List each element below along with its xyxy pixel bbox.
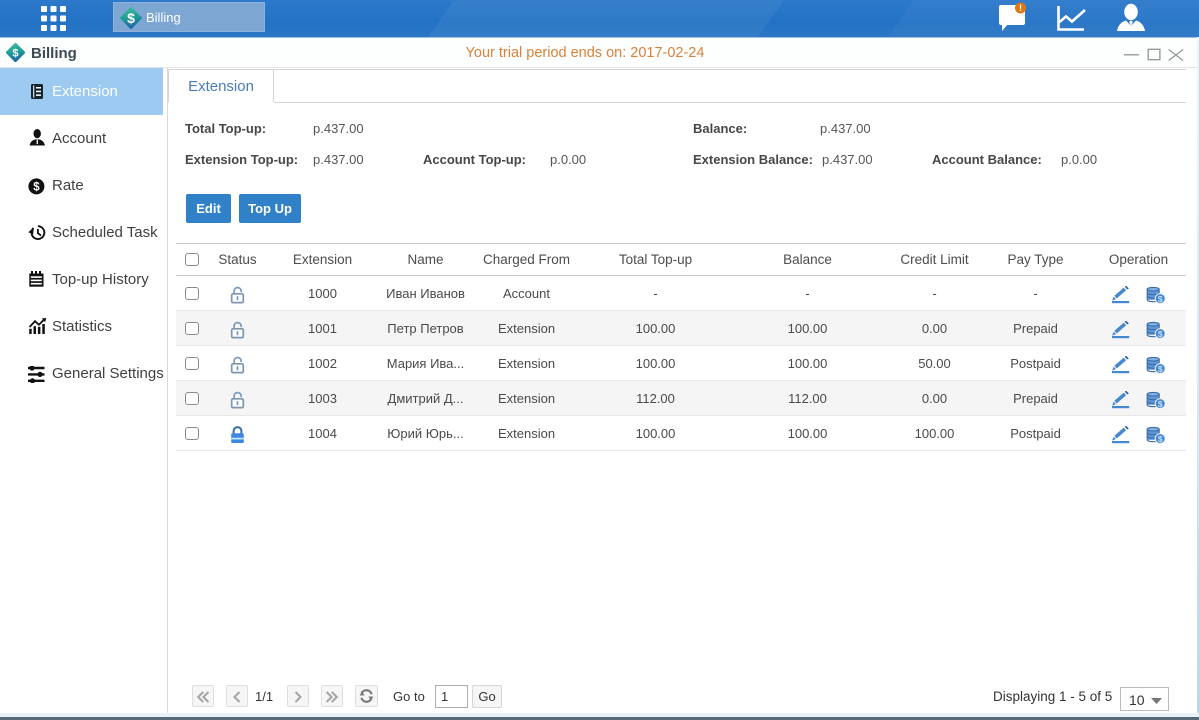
- svg-text:$: $: [1158, 399, 1163, 409]
- svg-text:$: $: [1158, 364, 1163, 374]
- svg-text:$: $: [33, 182, 40, 194]
- svg-text:$: $: [1158, 294, 1163, 304]
- svg-text:!: !: [1019, 3, 1022, 13]
- svg-text:$: $: [1158, 434, 1163, 444]
- svg-text:$: $: [127, 10, 135, 26]
- svg-text:$: $: [1158, 329, 1163, 339]
